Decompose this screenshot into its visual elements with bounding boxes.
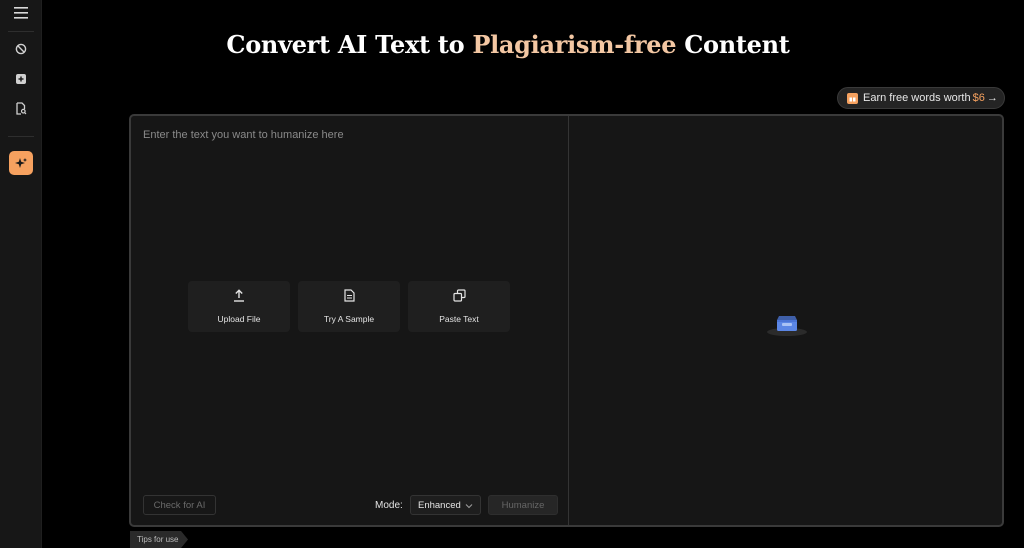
humanize-button[interactable]: Humanize [488, 495, 558, 515]
menu-icon[interactable] [9, 1, 33, 25]
sidebar-divider [8, 31, 34, 32]
try-sample-label: Try A Sample [323, 314, 375, 324]
try-sample-button[interactable]: Try A Sample [298, 281, 400, 332]
doc-search-icon[interactable] [9, 96, 33, 120]
paste-text-button[interactable]: Paste Text [408, 281, 510, 332]
document-icon [343, 289, 355, 307]
output-pane [569, 116, 1002, 525]
title-highlight: Plagiarism-free [472, 30, 677, 59]
earn-label: Earn free words worth [863, 92, 971, 104]
arrow-right-icon: → [986, 92, 998, 104]
earn-free-words-button[interactable]: Earn free words worth $6 → [837, 87, 1005, 109]
mode-select[interactable]: Enhanced [410, 495, 481, 515]
tips-for-use-tab[interactable]: Tips for use [130, 531, 188, 548]
sparkle-icon[interactable] [9, 151, 33, 175]
gift-icon [847, 92, 858, 104]
check-for-ai-button[interactable]: Check for AI [143, 495, 216, 515]
title-part-1: Convert AI Text to [226, 30, 465, 59]
mode-value: Enhanced [418, 499, 461, 511]
mode-label: Mode: [375, 500, 403, 511]
ban-icon[interactable] [9, 37, 33, 61]
empty-box-icon [765, 312, 809, 343]
sidebar [0, 0, 42, 548]
copy-icon [452, 289, 466, 307]
sidebar-divider [8, 136, 34, 137]
upload-icon [233, 289, 245, 307]
paste-text-label: Paste Text [439, 314, 479, 324]
page-title: Convert AI Text to Plagiarism-free Conte… [42, 30, 974, 59]
upload-file-button[interactable]: Upload File [188, 281, 290, 332]
input-pane[interactable]: Enter the text you want to humanize here… [131, 116, 568, 525]
plus-square-icon[interactable] [9, 67, 33, 91]
editor-panel: Enter the text you want to humanize here… [129, 114, 1004, 527]
earn-amount: $6 [972, 92, 985, 104]
chevron-down-icon [465, 501, 473, 512]
upload-file-label: Upload File [217, 314, 261, 324]
text-input-placeholder[interactable]: Enter the text you want to humanize here [143, 129, 344, 141]
title-part-2: Content [684, 30, 790, 59]
